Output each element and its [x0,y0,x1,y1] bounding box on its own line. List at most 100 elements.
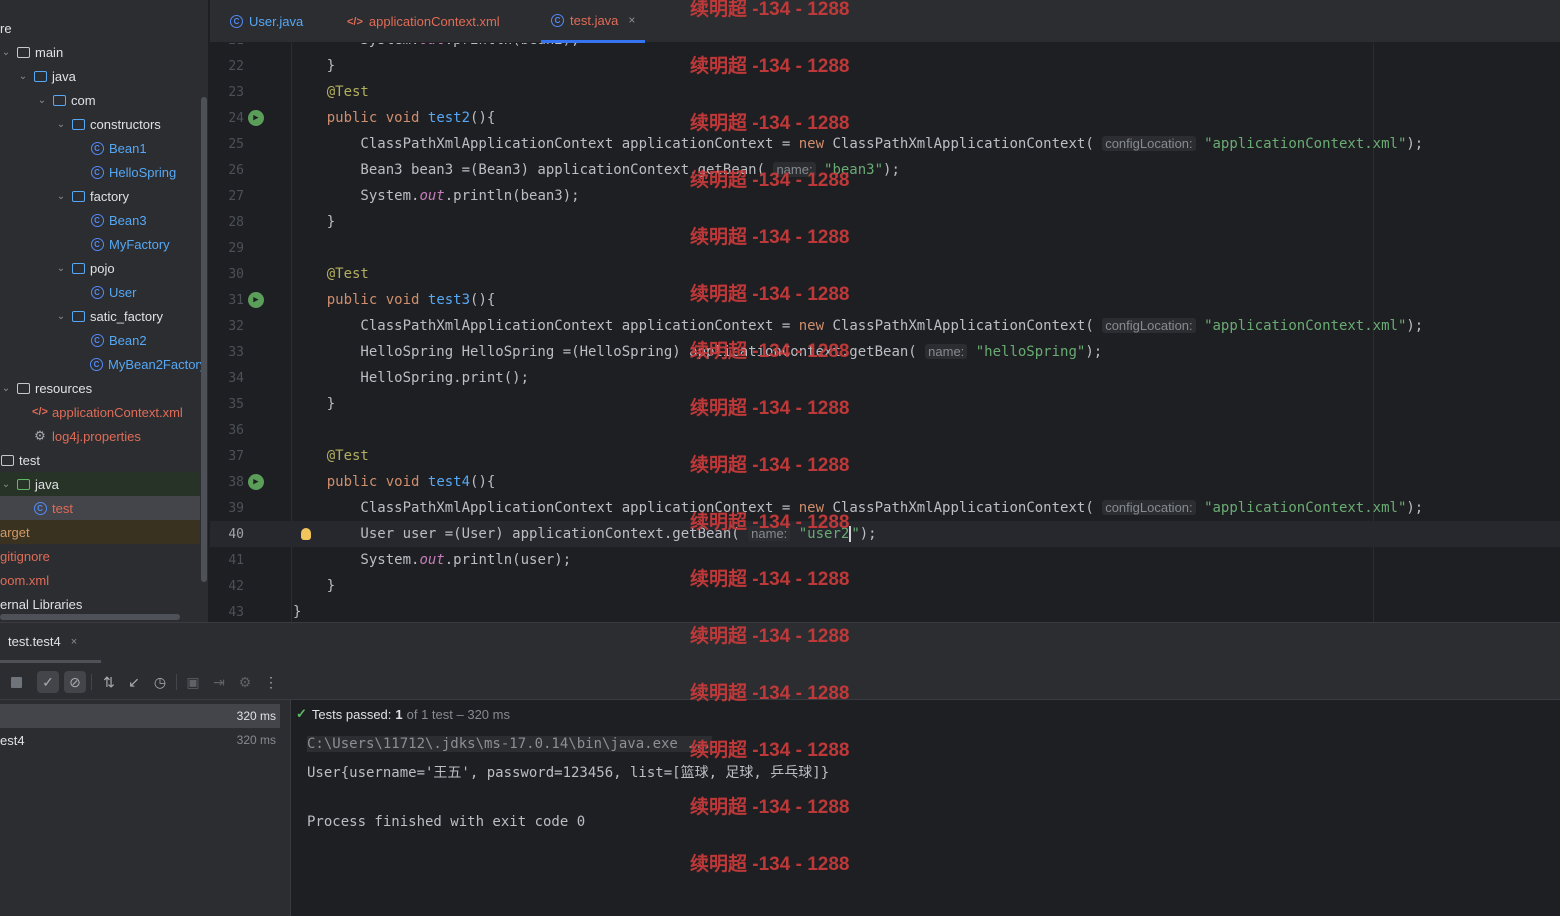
stop-icon[interactable] [5,671,27,693]
xml-icon: </> [32,406,48,418]
tree-item[interactable]: C Bean1 [0,136,200,160]
tree-item[interactable]: </> applicationContext.xml [0,400,200,424]
tree-item[interactable]: ⌄ factory [0,184,200,208]
tab-application-context-xml[interactable]: </> applicationContext.xml [337,0,510,43]
line-number: 27 [228,188,244,204]
folder-icon [0,453,14,467]
chevron-down-icon[interactable]: ⌄ [0,478,12,490]
line-number: 39 [228,500,244,516]
code-line[interactable]: 31 public void test3(){▶ [210,287,1560,313]
chevron-down-icon[interactable]: ⌄ [55,262,67,274]
code-line[interactable]: 33 HelloSpring HelloSpring =(HelloSpring… [210,339,1560,365]
code-line[interactable]: 26 Bean3 bean3 =(Bean3) applicationConte… [210,157,1560,183]
history-icon[interactable]: ◷ [149,671,171,693]
chevron-down-icon[interactable]: ⌄ [0,382,12,394]
code-line[interactable]: 41 System.out.println(user); [210,547,1560,573]
code-line[interactable]: 43} [210,599,1560,622]
test-row-root[interactable]: 320 ms [0,704,280,728]
code-line[interactable]: 37 @Test [210,443,1560,469]
code-text: public void test3(){ [326,292,496,308]
code-text: @Test [326,84,369,100]
code-text: } [293,578,336,594]
run-test-icon[interactable]: ▶ [248,110,264,126]
show-ignored-icon[interactable]: ⊘ [64,671,86,693]
code-line[interactable]: 32 ClassPathXmlApplicationContext applic… [210,313,1560,339]
test-duration: 320 ms [236,709,276,723]
code-line[interactable]: 25 ClassPathXmlApplicationContext applic… [210,131,1560,157]
chevron-down-icon[interactable]: ⌄ [55,190,67,202]
tree-item[interactable]: re [0,16,200,40]
code-line[interactable]: 27 System.out.println(bean3); [210,183,1560,209]
class-icon: C [90,165,104,179]
tree-item[interactable]: arget [0,520,200,544]
tree-item[interactable]: ⌄ resources [0,376,200,400]
tree-item[interactable]: ernal Libraries [0,592,200,616]
export-icon[interactable]: ⇥ [208,671,230,693]
console-output[interactable]: ✓ Tests passed: 1 of 1 test – 320 ms C:\… [292,700,1560,916]
import-tests-icon[interactable]: ↙ [123,671,145,693]
tree-item[interactable]: C Bean2 [0,328,200,352]
tree-item[interactable]: ⌄ pojo [0,256,200,280]
code-line[interactable]: 36 [210,417,1560,443]
chevron-down-icon[interactable]: ⌄ [17,70,29,82]
code-line[interactable]: 40 User user =(User) applicationContext.… [210,521,1560,547]
chevron-down-icon[interactable]: ⌄ [55,310,67,322]
code-line[interactable]: 42 } [210,573,1560,599]
tree-item[interactable]: Ctest [0,496,200,520]
tree-item[interactable]: ⌄ com [0,88,200,112]
code-text: User user =(User) applicationContext.get… [293,526,877,542]
close-icon[interactable]: × [71,636,77,648]
tree-item[interactable]: test [0,448,200,472]
tree-item[interactable]: ⌄ java [0,472,200,496]
project-horizontal-scrollbar[interactable] [0,614,180,620]
run-test-icon[interactable]: ▶ [248,292,264,308]
package-icon [71,309,85,323]
console-command-line[interactable]: C:\Users\11712\.jdks\ms-17.0.14\bin\java… [307,736,712,752]
tree-item[interactable]: ⌄ main [0,40,200,64]
show-passed-icon[interactable]: ✓ [37,671,59,693]
code-text: HelloSpring HelloSpring =(HelloSpring) a… [293,344,1103,360]
code-line[interactable]: 39 ClassPathXmlApplicationContext applic… [210,495,1560,521]
code-line[interactable]: 28 } [210,209,1560,235]
code-line[interactable]: 22 } [210,53,1560,79]
code-text: } [293,214,336,230]
code-line[interactable]: 38 public void test4(){▶ [210,469,1560,495]
project-vertical-scrollbar[interactable] [201,97,207,582]
tree-item[interactable]: ⚙ log4j.properties [0,424,200,448]
test-row-test4[interactable]: est4 320 ms [0,728,280,752]
tree-item[interactable]: C MyBean2Factory [0,352,206,376]
chevron-down-icon[interactable]: ⌄ [36,94,48,106]
code-line[interactable]: 30 @Test [210,261,1560,287]
tree-item[interactable]: C HelloSpring [0,160,200,184]
run-test-icon[interactable]: ▶ [248,474,264,490]
sort-icon[interactable]: ⇅ [98,671,120,693]
code-editor[interactable]: 21 System.out.println(bean2);22 }23 @Tes… [210,43,1560,622]
more-options-icon[interactable]: ⋮ [260,671,282,693]
tree-item[interactable]: ⌄ satic_factory [0,304,200,328]
tab-test-java[interactable]: C test.java × [541,0,646,43]
camera-icon[interactable]: ▣ [182,671,204,693]
code-line[interactable]: 29 [210,235,1560,261]
run-tab[interactable]: test.test4 × [0,623,101,663]
code-text: System.out.println(bean2); [293,43,579,48]
tree-item[interactable]: gitignore [0,544,200,568]
package-icon [71,189,85,203]
chevron-down-icon[interactable]: ⌄ [0,46,12,58]
tree-item[interactable]: C User [0,280,200,304]
tree-item[interactable]: C Bean3 [0,208,200,232]
test-settings-icon[interactable]: ⚙ [234,671,256,693]
tree-item[interactable]: ⌄ java [0,64,200,88]
code-line[interactable]: 23 @Test [210,79,1560,105]
code-line[interactable]: 24 public void test2(){▶ [210,105,1560,131]
code-line[interactable]: 35 } [210,391,1560,417]
chevron-down-icon[interactable]: ⌄ [55,118,67,130]
tree-item-label: factory [90,188,130,204]
tab-user-java[interactable]: C User.java [220,0,313,43]
close-icon[interactable]: × [628,13,635,27]
tree-item[interactable]: C MyFactory [0,232,200,256]
tree-item[interactable]: oom.xml [0,568,200,592]
code-line[interactable]: 34 HelloSpring.print(); [210,365,1560,391]
tree-item[interactable]: ⌄ constructors [0,112,200,136]
code-line[interactable]: 21 System.out.println(bean2); [210,43,1560,53]
lightbulb-icon[interactable] [301,528,311,540]
